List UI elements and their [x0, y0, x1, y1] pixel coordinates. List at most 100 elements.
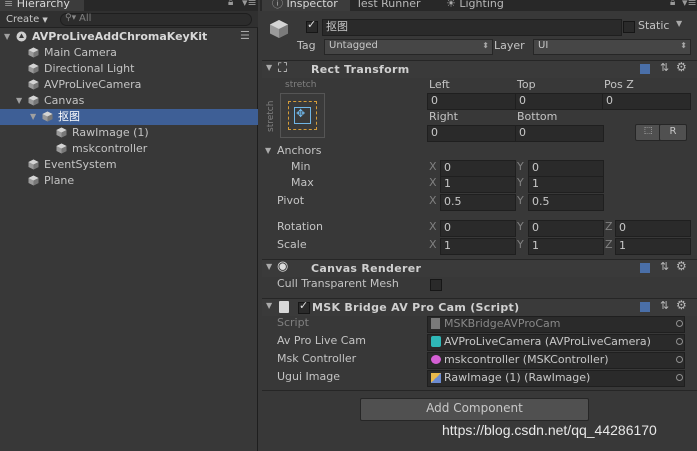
- scene-menu-icon[interactable]: ☰: [240, 28, 250, 44]
- posz-field[interactable]: 0: [602, 93, 691, 110]
- inspector-lock-icon[interactable]: 🔒︎: [670, 0, 675, 8]
- hierarchy-item[interactable]: ▼ Canvas: [0, 93, 258, 109]
- hierarchy-item[interactable]: ▼ 抠图: [0, 109, 258, 125]
- scene-row[interactable]: ▼ AVProLiveAddChromaKeyKit ☰: [0, 29, 258, 45]
- gear-icon[interactable]: ⚙: [676, 298, 687, 312]
- rot-z-field[interactable]: 0: [615, 220, 691, 237]
- left-field[interactable]: 0: [427, 93, 516, 110]
- gear-icon[interactable]: ⚙: [676, 259, 687, 273]
- active-checkbox[interactable]: [306, 18, 318, 33]
- min-y-field[interactable]: 0: [528, 160, 604, 177]
- rot-y-field[interactable]: 0: [528, 220, 604, 237]
- tab-inspector[interactable]: ⓘ Inspector: [262, 0, 350, 11]
- blueprint-mode-button[interactable]: ⬚: [635, 124, 661, 141]
- hierarchy-item[interactable]: mskcontroller: [0, 141, 258, 157]
- expand-arrow-icon[interactable]: ▼: [30, 109, 36, 125]
- object-picker-icon[interactable]: [676, 356, 683, 363]
- tag-dropdown[interactable]: Untagged: [324, 39, 493, 55]
- scale-z-field[interactable]: 1: [615, 238, 691, 255]
- hierarchy-item[interactable]: EventSystem: [0, 157, 258, 173]
- expand-arrow-icon[interactable]: ▼: [16, 93, 22, 109]
- pivot-label: Pivot: [277, 194, 305, 207]
- collapse-arrow-icon[interactable]: ▼: [266, 262, 272, 271]
- hierarchy-item[interactable]: Directional Light: [0, 61, 258, 77]
- help-icon[interactable]: [640, 64, 650, 74]
- expand-arrow-icon[interactable]: ▼: [4, 29, 10, 45]
- gameobject-icon: [28, 79, 39, 90]
- object-picker-icon[interactable]: [676, 338, 683, 345]
- hierarchy-item[interactable]: RawImage (1): [0, 125, 258, 141]
- collapse-arrow-icon[interactable]: ▼: [266, 63, 272, 72]
- msk-controller-field[interactable]: mskcontroller (MSKController): [427, 352, 685, 369]
- collapse-arrow-icon[interactable]: ▼: [266, 301, 272, 310]
- help-icon[interactable]: [640, 302, 650, 312]
- scale-x-label: X: [429, 238, 437, 251]
- pivot-x-label: X: [429, 194, 437, 207]
- right-field[interactable]: 0: [427, 125, 516, 142]
- eye-icon: ◉: [277, 259, 289, 274]
- pivot-x-field[interactable]: 0.5: [440, 194, 516, 211]
- gameobject-icon: [56, 127, 67, 138]
- gameobject-icon: [42, 111, 53, 122]
- tab-lighting[interactable]: ☀ Lighting: [446, 0, 504, 11]
- preset-icon[interactable]: ⇅: [660, 260, 669, 273]
- hierarchy-item[interactable]: AVProLiveCamera: [0, 77, 258, 93]
- canvas-renderer-header[interactable]: ▼ ◉ Canvas Renderer ⇅ ⚙: [262, 259, 697, 277]
- scale-x-field[interactable]: 1: [440, 238, 516, 255]
- inspector-tab-bar: ⓘ Inspector Test Runner ☀ Lighting 🔒︎ ▾≡: [260, 0, 697, 11]
- hierarchy-item[interactable]: Plane: [0, 173, 258, 189]
- static-dropdown-icon[interactable]: ▼: [676, 19, 682, 28]
- script-component-header[interactable]: ▼ MSK Bridge AV Pro Cam (Script) ⇅ ⚙: [262, 298, 697, 316]
- min-label: Min: [291, 160, 311, 173]
- max-y-field[interactable]: 1: [528, 176, 604, 193]
- raw-image-icon: [431, 373, 441, 383]
- top-field[interactable]: 0: [515, 93, 604, 110]
- info-icon: ⓘ: [272, 0, 283, 10]
- min-x-label: X: [429, 160, 437, 173]
- av-pro-live-cam-field[interactable]: AVProLiveCamera (AVProLiveCamera): [427, 334, 685, 351]
- right-label: Right: [429, 110, 458, 123]
- panel-menu-icon[interactable]: ▾≡: [242, 0, 257, 9]
- inspector-menu-icon[interactable]: ▾≡: [682, 0, 697, 9]
- tab-test-runner[interactable]: Test Runner: [356, 0, 421, 11]
- add-component-button[interactable]: Add Component: [360, 398, 589, 421]
- script-field: MSKBridgeAVProCam: [427, 316, 685, 333]
- rect-transform-header[interactable]: ▼ ⛶ Rect Transform ⇅ ⚙: [262, 60, 697, 78]
- hierarchy-item-label: 抠图: [58, 110, 80, 123]
- av-pro-live-cam-label: Av Pro Live Cam: [277, 334, 366, 347]
- hierarchy-icon: ≡: [4, 0, 14, 10]
- preset-icon[interactable]: ⇅: [660, 299, 669, 312]
- preset-icon[interactable]: ⇅: [660, 61, 669, 74]
- lock-icon[interactable]: 🔒︎: [228, 0, 233, 8]
- search-input[interactable]: ⚲▾ All: [60, 13, 252, 26]
- pivot-y-field[interactable]: 0.5: [528, 194, 604, 211]
- max-y-label: Y: [517, 176, 524, 189]
- rot-x-field[interactable]: 0: [440, 220, 516, 237]
- hierarchy-item[interactable]: Main Camera: [0, 45, 258, 61]
- anchors-foldout-icon[interactable]: ▼: [265, 146, 271, 155]
- gear-icon[interactable]: ⚙: [676, 60, 687, 74]
- script-enabled-checkbox[interactable]: [298, 299, 310, 314]
- help-icon[interactable]: [640, 263, 650, 273]
- anchor-presets-button[interactable]: ✥: [280, 93, 325, 138]
- hierarchy-toolbar: Create ▼ ⚲▾ All: [0, 11, 258, 28]
- cull-transparent-checkbox[interactable]: [430, 279, 442, 291]
- ugui-image-field[interactable]: RawImage (1) (RawImage): [427, 370, 685, 387]
- raw-edit-button[interactable]: R: [659, 124, 687, 141]
- object-name-field[interactable]: 抠图: [322, 19, 622, 36]
- rot-y-label: Y: [517, 220, 524, 233]
- gameobject-icon: [28, 63, 39, 74]
- scale-y-field[interactable]: 1: [528, 238, 604, 255]
- rot-x-label: X: [429, 220, 437, 233]
- max-x-label: X: [429, 176, 437, 189]
- max-x-field[interactable]: 1: [440, 176, 516, 193]
- static-checkbox[interactable]: [623, 21, 635, 33]
- tab-hierarchy[interactable]: ≡ Hierarchy: [0, 0, 84, 11]
- object-picker-icon[interactable]: [676, 374, 683, 381]
- bottom-field[interactable]: 0: [515, 125, 604, 142]
- left-label: Left: [429, 78, 450, 91]
- layer-dropdown[interactable]: UI: [533, 39, 691, 55]
- min-x-field[interactable]: 0: [440, 160, 516, 177]
- create-dropdown[interactable]: Create ▼: [6, 13, 48, 27]
- hierarchy-item-label: Main Camera: [44, 46, 117, 59]
